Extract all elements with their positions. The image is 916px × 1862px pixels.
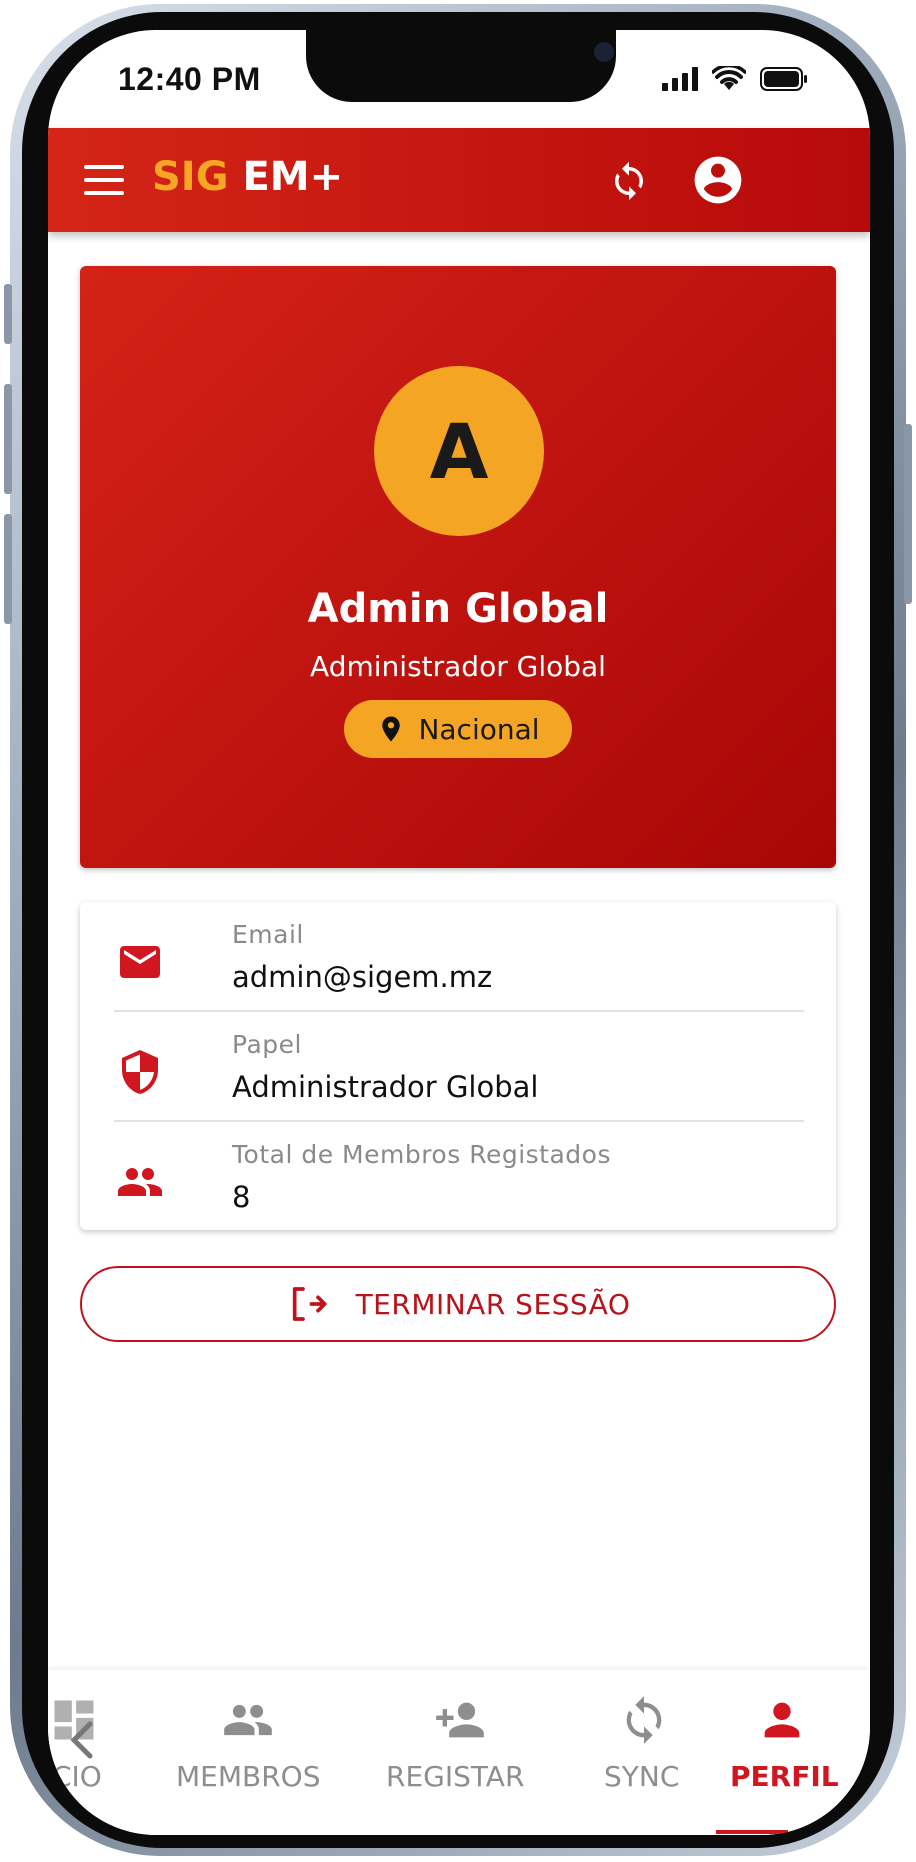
person-add-icon [436,1702,484,1738]
members-label: Total de Membros Registados [232,1140,611,1169]
power-button [904,424,912,604]
shield-icon [122,1050,158,1094]
profile-name: Admin Global [307,586,609,632]
info-row-email: Email admin@sigem.mz [80,902,836,1012]
nav-label-membros: MEMBROS [176,1760,321,1793]
nav-item-registar[interactable]: REGISTAR [378,1670,558,1810]
logout-button[interactable]: TERMINAR SESSÃO [80,1266,836,1342]
volume-up-button [4,384,12,494]
nav-label-registar: REGISTAR [386,1760,525,1793]
nav-item-membros[interactable]: MEMBROS [168,1670,328,1810]
status-icons [662,66,808,92]
battery-icon [760,67,807,91]
volume-down-button [4,514,12,624]
scope-badge: Nacional [344,700,572,758]
nav-item-sync[interactable]: SYNC [588,1670,698,1810]
bottom-navigation: CIO MEMBROS REGISTAR SYNC PERFIL [48,1670,870,1835]
chevron-left-icon[interactable] [70,1720,94,1760]
info-row-role: Papel Administrador Global [80,1012,836,1122]
app-bar: SIG EM+ [48,128,870,232]
info-row-members: Total de Membros Registados 8 [80,1122,836,1232]
front-camera [594,42,614,62]
logo-em: EM+ [242,154,344,200]
members-value: 8 [232,1180,251,1214]
app-screen: 12:40 PM SIG EM+ A Admin Global Administ… [48,30,870,1835]
nav-item-inicio[interactable]: CIO [48,1670,138,1810]
people-icon [224,1704,272,1736]
nav-label-cio: CIO [52,1760,102,1793]
role-value: Administrador Global [232,1070,539,1104]
sync-icon[interactable] [608,160,650,202]
wifi-icon [712,66,746,90]
email-label: Email [232,920,304,949]
logout-icon [292,1287,327,1321]
mute-switch [4,284,12,344]
nav-label-perfil: PERFIL [730,1760,839,1793]
location-pin-icon [382,716,401,742]
avatar: A [374,366,544,536]
logo-sig: SIG [152,154,229,200]
active-tab-indicator [716,1830,788,1834]
status-time: 12:40 PM [118,61,261,97]
email-value: admin@sigem.mz [232,960,493,994]
nav-label-sync: SYNC [604,1760,680,1793]
scope-label: Nacional [418,712,540,746]
app-logo: SIG EM+ [152,154,343,200]
menu-icon[interactable] [84,162,124,198]
email-icon [120,946,160,978]
account-circle-icon[interactable] [690,152,746,208]
signal-icon [662,67,698,91]
nav-item-perfil[interactable]: PERFIL [728,1670,848,1810]
profile-info-card: Email admin@sigem.mz Papel Administrador… [80,902,836,1230]
people-icon [118,1168,162,1196]
person-icon [764,1702,800,1738]
role-label: Papel [232,1030,302,1059]
logout-label: TERMINAR SESSÃO [355,1287,631,1321]
notch [306,30,616,102]
profile-header-card: A Admin Global Administrador Global Naci… [80,266,836,868]
sync-icon [626,1696,662,1744]
profile-role: Administrador Global [310,650,606,683]
